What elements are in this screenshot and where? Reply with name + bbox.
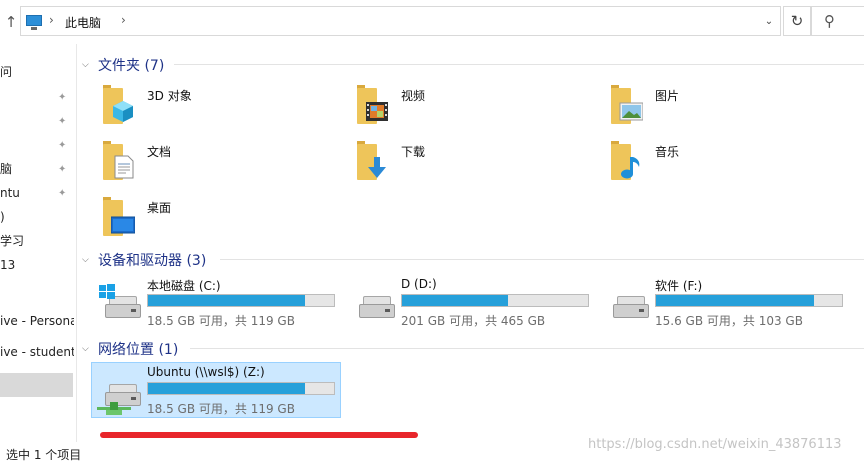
nav-item-onedrive-student[interactable]: ive - student [0, 341, 74, 363]
address-bar[interactable]: › 此电脑 › ⌄ [20, 6, 781, 36]
windows-drive-icon [99, 284, 145, 322]
up-arrow-icon[interactable]: ↑ [2, 12, 20, 32]
drive-name: Ubuntu (\\wsl$) (Z:) [147, 365, 265, 379]
folder-documents[interactable]: 文档 [101, 138, 351, 188]
section-title-network[interactable]: 网络位置 (1) [98, 339, 178, 359]
nav-item-selected[interactable] [0, 373, 73, 397]
pin-icon: ✦ [58, 188, 67, 199]
section-divider [190, 348, 864, 349]
drive-name: D (D:) [401, 277, 437, 291]
drive-usage-fill [402, 295, 508, 306]
this-pc-icon [26, 15, 42, 30]
drive-d[interactable]: D (D:) 201 GB 可用，共 465 GB [355, 276, 605, 336]
drive-f[interactable]: 软件 (F:) 15.6 GB 可用，共 103 GB [609, 276, 859, 336]
breadcrumb-chevron-icon[interactable]: › [121, 13, 126, 27]
pin-icon: ✦ [58, 116, 67, 127]
folder-label: 文档 [147, 145, 172, 159]
folder-3d-objects[interactable]: 3D 对象 [101, 82, 351, 132]
network-drive-ubuntu[interactable]: Ubuntu (\\wsl$) (Z:) 18.5 GB 可用，共 119 GB [97, 364, 351, 424]
desktop-icon [101, 197, 135, 236]
drive-usage-bar [147, 382, 335, 395]
section-divider [174, 64, 864, 65]
drive-free-space: 201 GB 可用，共 465 GB [401, 314, 546, 328]
drive-c[interactable]: 本地磁盘 (C:) 18.5 GB 可用，共 119 GB [99, 276, 351, 336]
drive-free-space: 18.5 GB 可用，共 119 GB [147, 314, 295, 328]
pictures-icon [609, 85, 643, 124]
breadcrumb-this-pc[interactable]: 此电脑 [65, 14, 101, 31]
hard-drive-icon [611, 284, 653, 322]
section-divider [220, 259, 864, 260]
address-toolbar: ↑ › 此电脑 › ⌄ ↻ ⚲ [0, 0, 864, 44]
nav-item[interactable]: ) [0, 206, 74, 228]
folder-downloads[interactable]: 下载 [355, 138, 605, 188]
status-text: 选中 1 个项目 [6, 448, 82, 462]
status-bar: 选中 1 个项目 [0, 446, 81, 463]
drive-free-space: 15.6 GB 可用，共 103 GB [655, 314, 803, 328]
folder-videos[interactable]: 视频 [355, 82, 605, 132]
search-box[interactable]: ⚲ [811, 6, 864, 36]
network-drive-icon [97, 372, 145, 415]
downloads-icon [355, 141, 389, 180]
collapse-chevron-icon[interactable]: ⌵ [82, 255, 89, 265]
nav-item-onedrive-personal[interactable]: ive - Persona [0, 310, 74, 332]
nav-item[interactable]: 问 [0, 61, 74, 83]
pane-divider[interactable] [76, 44, 77, 442]
collapse-chevron-icon[interactable]: ⌵ [82, 60, 89, 70]
drive-name: 软件 (F:) [655, 279, 703, 293]
3d-objects-icon [101, 85, 135, 124]
collapse-chevron-icon[interactable]: ⌵ [82, 344, 89, 354]
videos-icon [355, 85, 389, 124]
folder-label: 下载 [401, 145, 426, 159]
nav-item[interactable]: 学习 [0, 230, 74, 252]
drive-usage-fill [148, 383, 306, 394]
navigation-pane: 问 ✦ ✦ ✦ 脑 ✦ ntu ✦ ) 学习 13 ive - Persona … [0, 44, 76, 444]
drive-name: 本地磁盘 (C:) [147, 279, 221, 293]
folder-pictures[interactable]: 图片 [609, 82, 859, 132]
drive-usage-bar [655, 294, 843, 307]
folder-label: 桌面 [147, 201, 172, 215]
pin-icon: ✦ [58, 140, 67, 151]
watermark: https://blog.csdn.net/weixin_43876113 [588, 437, 842, 452]
drive-usage-bar [147, 294, 335, 307]
address-history-dropdown-icon[interactable]: ⌄ [761, 15, 777, 29]
folder-label: 音乐 [655, 145, 680, 159]
drive-usage-fill [148, 295, 306, 306]
red-annotation-underline [100, 432, 418, 438]
folder-label: 3D 对象 [147, 89, 192, 103]
drive-usage-bar [401, 294, 589, 307]
pin-icon: ✦ [58, 92, 67, 103]
documents-icon [101, 141, 135, 180]
music-icon [609, 141, 643, 180]
section-title-folders[interactable]: 文件夹 (7) [98, 55, 164, 75]
search-icon: ⚲ [824, 12, 835, 30]
pin-icon: ✦ [58, 164, 67, 175]
drive-usage-fill [656, 295, 814, 306]
folder-label: 图片 [655, 89, 680, 103]
folder-music[interactable]: 音乐 [609, 138, 859, 188]
breadcrumb-chevron-icon[interactable]: › [49, 13, 54, 27]
section-title-drives[interactable]: 设备和驱动器 (3) [98, 250, 206, 270]
folder-desktop[interactable]: 桌面 [101, 194, 351, 244]
drive-free-space: 18.5 GB 可用，共 119 GB [147, 402, 295, 416]
folder-label: 视频 [401, 89, 426, 103]
refresh-icon: ↻ [790, 12, 804, 30]
nav-item[interactable]: 13 [0, 254, 74, 276]
hard-drive-icon [357, 284, 399, 322]
refresh-button[interactable]: ↻ [783, 6, 811, 36]
